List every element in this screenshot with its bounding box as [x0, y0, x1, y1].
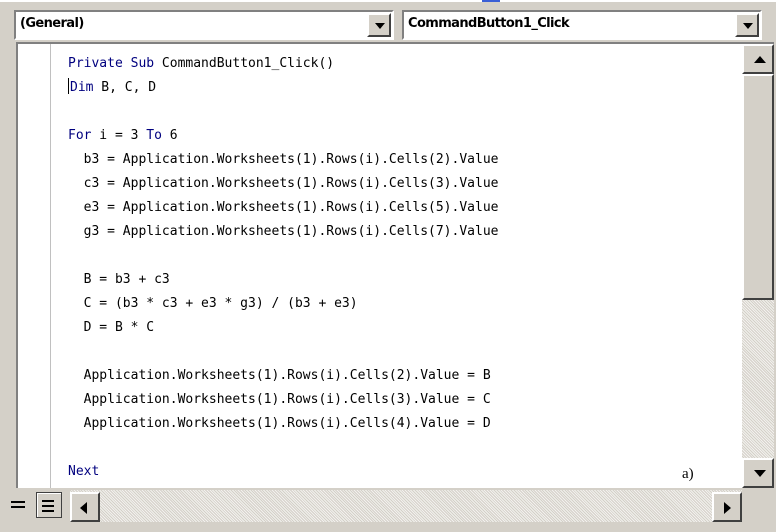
code-line[interactable]: Application.Worksheets(1).Rows(i).Cells(…	[68, 364, 498, 388]
code-text: Application.Worksheets(1).Rows(i).Cells(…	[68, 392, 491, 407]
code-line[interactable]	[68, 340, 498, 364]
annotation-label: a)	[682, 466, 694, 482]
code-line[interactable]	[68, 244, 498, 268]
code-keyword: Next	[68, 464, 100, 479]
code-text: C = (b3 * c3 + e3 * g3) / (b3 + e3)	[68, 296, 358, 311]
code-text: Application.Worksheets(1).Rows(i).Cells(…	[68, 416, 491, 431]
chevron-down-icon	[375, 23, 385, 29]
code-line[interactable]: e3 = Application.Worksheets(1).Rows(i).C…	[68, 196, 499, 220]
code-editor[interactable]: Private Sub CommandButton1_Click() Dim B,…	[68, 52, 498, 532]
object-dropdown-value: (General)	[20, 16, 84, 31]
object-dropdown-button[interactable]	[367, 13, 391, 37]
scroll-down-button[interactable]	[742, 458, 774, 488]
procedure-view-icon-line	[11, 506, 25, 508]
text-cursor	[68, 78, 69, 94]
margin-indicator-bar[interactable]	[20, 44, 51, 488]
full-module-view-icon	[42, 500, 54, 502]
scroll-up-button[interactable]	[742, 44, 774, 74]
horizontal-scrollbar[interactable]	[70, 490, 742, 522]
code-text: b3 = Application.Worksheets(1).Rows(i).C…	[68, 152, 499, 167]
procedure-dropdown-value: CommandButton1_Click	[408, 16, 570, 31]
window-top-edge	[0, 0, 776, 2]
vertical-scrollbar[interactable]	[742, 44, 774, 488]
code-text: c3 = Application.Worksheets(1).Rows(i).C…	[68, 176, 499, 191]
procedure-view-icon	[11, 501, 25, 503]
arrow-left-icon	[80, 502, 87, 514]
full-module-view-icon-line-2	[42, 510, 54, 512]
code-line[interactable]: Next	[68, 460, 498, 484]
code-text: Application.Worksheets(1).Rows(i).Cells(…	[68, 368, 491, 383]
code-text: B, C, D	[93, 80, 157, 95]
code-text: i = 3	[91, 128, 147, 143]
vertical-scroll-thumb[interactable]	[742, 74, 774, 300]
code-line[interactable]: g3 = Application.Worksheets(1).Rows(i).C…	[68, 220, 499, 244]
chevron-down-icon	[743, 23, 753, 29]
code-pane[interactable]: Private Sub CommandButton1_Click() Dim B,…	[16, 42, 774, 527]
scroll-left-button[interactable]	[70, 492, 100, 522]
scroll-right-button[interactable]	[712, 492, 742, 522]
procedure-dropdown[interactable]: CommandButton1_Click	[402, 10, 762, 40]
code-keyword: To	[146, 128, 162, 143]
code-text: 6	[161, 128, 178, 143]
code-line[interactable]: Application.Worksheets(1).Rows(i).Cells(…	[68, 388, 498, 412]
window-top-accent	[482, 0, 500, 2]
code-line[interactable]: D = B * C	[68, 316, 498, 340]
arrow-down-icon	[754, 470, 766, 477]
code-line[interactable]: Application.Worksheets(1).Rows(i).Cells(…	[68, 412, 498, 436]
arrow-right-icon	[724, 502, 731, 514]
code-keyword: Private Sub	[68, 56, 162, 71]
code-line[interactable]: C = (b3 * c3 + e3 * g3) / (b3 + e3)	[68, 292, 498, 316]
code-line[interactable]: Dim B, C, D	[68, 76, 498, 100]
bottom-bar	[0, 488, 776, 524]
full-module-view-icon-line	[42, 505, 54, 507]
code-line[interactable]: Private Sub CommandButton1_Click()	[68, 52, 498, 76]
code-line[interactable]	[68, 436, 498, 460]
code-line[interactable]: For i = 3 To 6	[68, 124, 498, 148]
code-keyword: For	[68, 128, 92, 143]
code-line[interactable]: c3 = Application.Worksheets(1).Rows(i).C…	[68, 172, 499, 196]
code-line[interactable]: B = b3 + c3	[68, 268, 498, 292]
vba-code-window: (General) CommandButton1_Click Private S…	[0, 0, 776, 527]
procedure-view-button[interactable]	[6, 492, 32, 518]
code-line[interactable]	[68, 100, 498, 124]
procedure-dropdown-button[interactable]	[735, 13, 759, 37]
code-text: e3 = Application.Worksheets(1).Rows(i).C…	[68, 200, 499, 215]
code-text: CommandButton1_Click()	[161, 56, 335, 71]
code-text: g3 = Application.Worksheets(1).Rows(i).C…	[68, 224, 499, 239]
arrow-up-icon	[754, 56, 766, 63]
full-module-view-button[interactable]	[36, 492, 62, 518]
code-text: D = B * C	[68, 320, 155, 335]
code-line[interactable]: b3 = Application.Worksheets(1).Rows(i).C…	[68, 148, 499, 172]
code-keyword: Dim	[70, 80, 94, 95]
object-dropdown[interactable]: (General)	[14, 10, 394, 40]
code-text: B = b3 + c3	[68, 272, 170, 287]
